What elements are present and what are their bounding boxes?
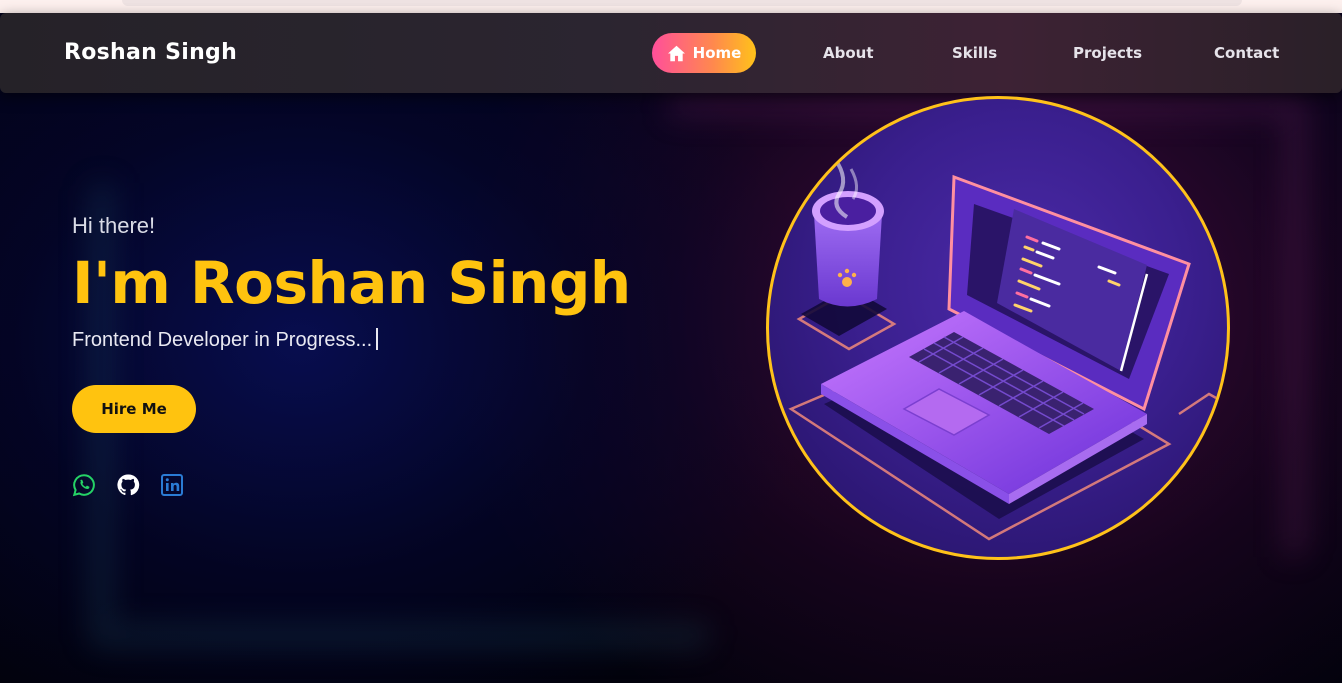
nav-contact-link[interactable]: Contact (1214, 44, 1279, 62)
role-label: Frontend Developer in Progress... (72, 329, 373, 351)
linkedin-icon (161, 474, 183, 496)
brand-logo[interactable]: Roshan Singh (64, 40, 237, 65)
github-icon (117, 474, 140, 496)
nav-projects-link[interactable]: Projects (1073, 44, 1142, 62)
whatsapp-link[interactable] (72, 473, 96, 497)
laptop-coffee-illustration (788, 157, 1227, 541)
hire-me-button[interactable]: Hire Me (72, 385, 196, 433)
hero-illustration (766, 96, 1230, 560)
nav-skills-link[interactable]: Skills (952, 44, 997, 62)
whatsapp-icon (72, 474, 95, 497)
linkedin-link[interactable] (160, 473, 184, 497)
browser-bar (122, 0, 1242, 6)
typing-caret (376, 328, 379, 350)
nav-about-link[interactable]: About (823, 44, 874, 62)
nav-home-button[interactable]: Home (652, 33, 756, 73)
nav-home-label: Home (692, 44, 742, 62)
navbar: Roshan Singh Home About Skills Projects … (0, 13, 1342, 93)
github-link[interactable] (116, 473, 140, 497)
hero-headline: I'm Roshan Singh (72, 249, 631, 317)
home-icon (667, 45, 685, 61)
role-text: Frontend Developer in Progress... (72, 328, 379, 352)
greeting-text: Hi there! (72, 213, 156, 238)
browser-top-strip (0, 0, 1342, 13)
